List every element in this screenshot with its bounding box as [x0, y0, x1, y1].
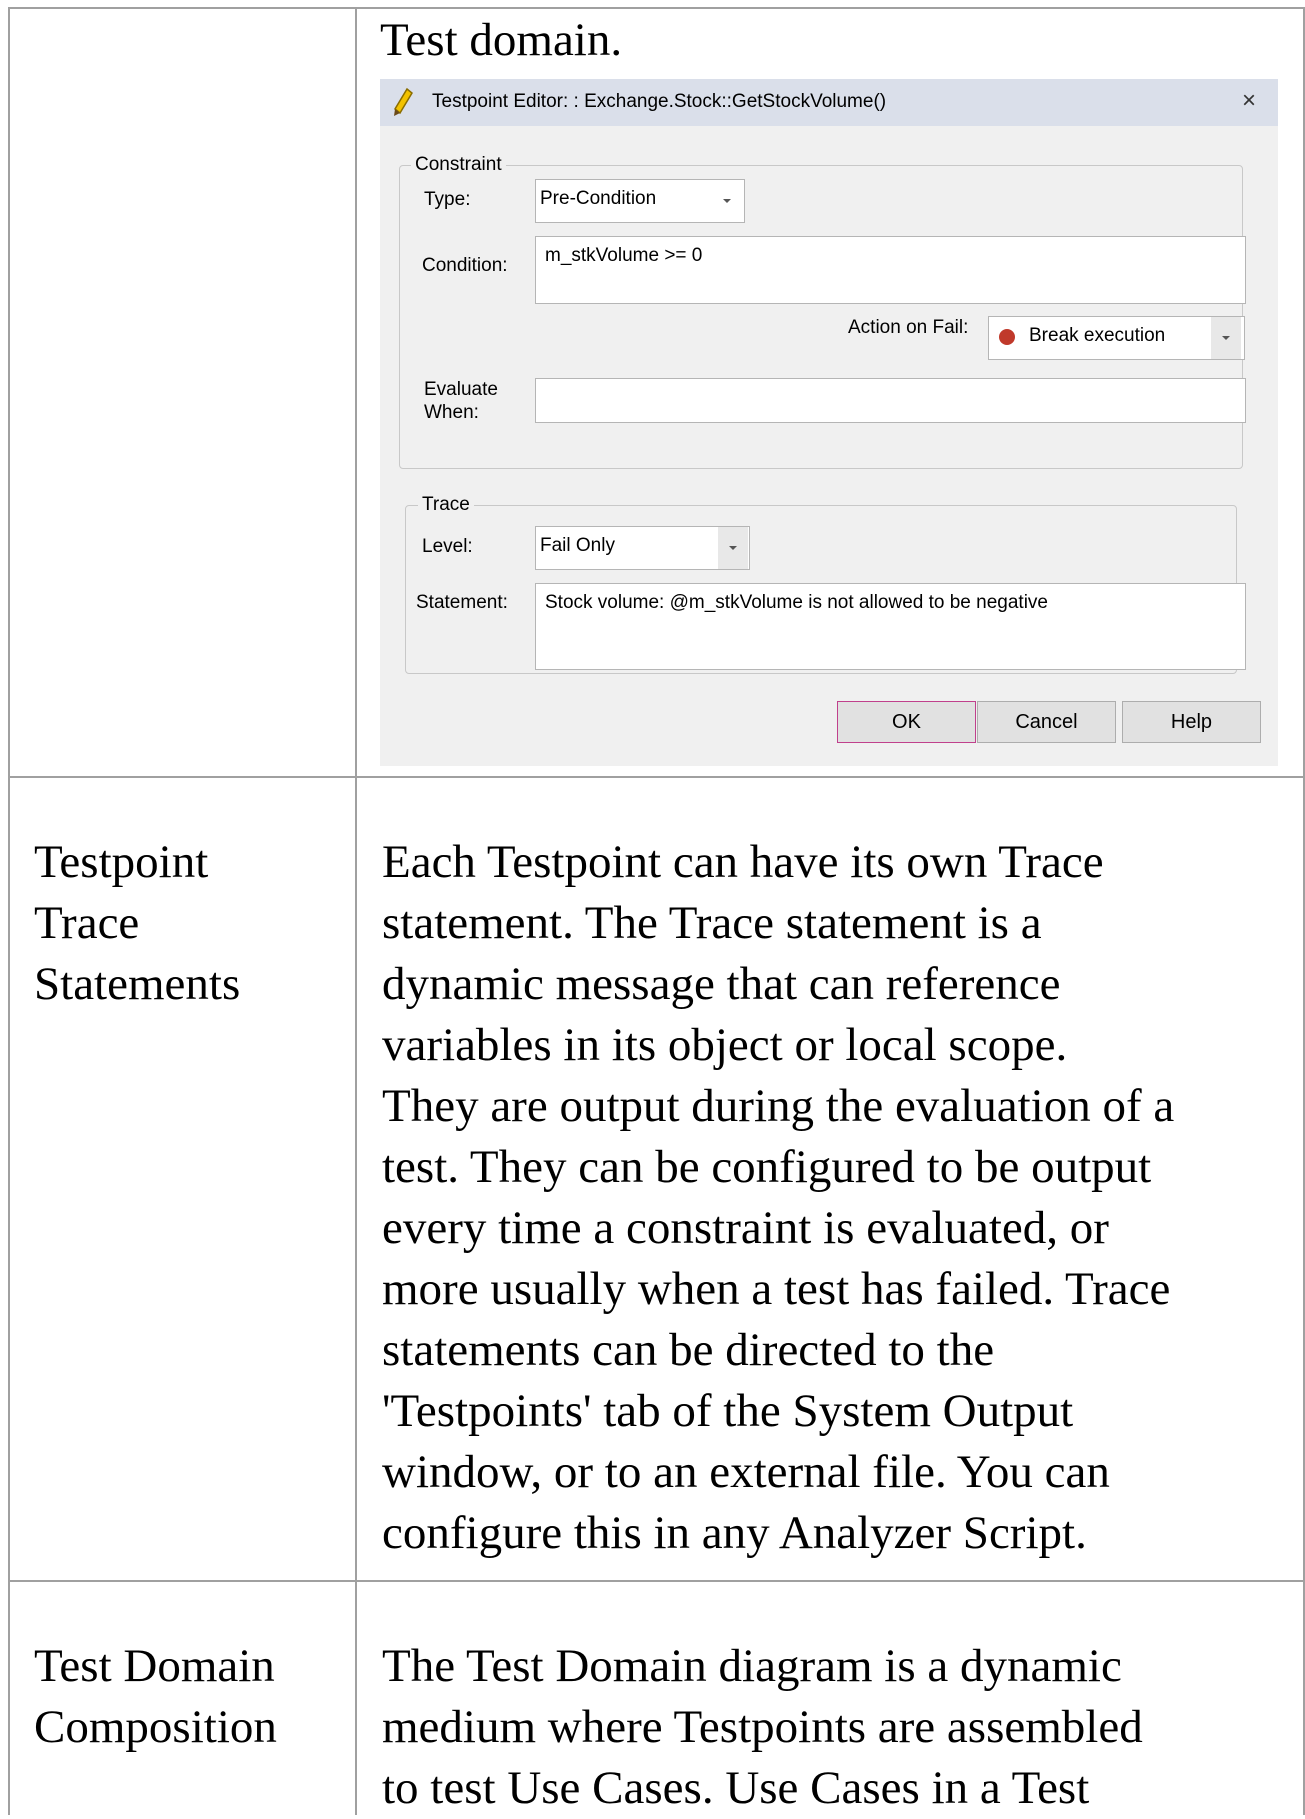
- ok-button[interactable]: OK: [837, 701, 976, 743]
- desc-line: Each Testpoint can have its own Trace: [382, 836, 1104, 888]
- term-line: Trace: [34, 897, 140, 949]
- type-label: Type:: [424, 189, 471, 210]
- row1-description-tail: Test domain.: [380, 14, 623, 66]
- evaluate-when-field[interactable]: [535, 378, 1246, 423]
- desc-line: every time a constraint is evaluated, or: [382, 1202, 1109, 1254]
- trace-legend: Trace: [418, 494, 474, 516]
- level-label: Level:: [422, 536, 473, 557]
- type-value: Pre-Condition: [540, 188, 657, 209]
- dialog-titlebar: Testpoint Editor: : Exchange.Stock::GetS…: [380, 79, 1278, 126]
- evaluate-when-label-line1: Evaluate: [424, 379, 498, 400]
- close-icon[interactable]: ×: [1242, 87, 1256, 115]
- pencil-icon: [392, 87, 414, 122]
- row3-description: The Test Domain diagram is a dynamic med…: [382, 1636, 1143, 1819]
- term-line: Composition: [34, 1701, 277, 1753]
- level-value: Fail Only: [540, 535, 615, 556]
- condition-field[interactable]: m_stkVolume >= 0: [535, 236, 1246, 304]
- term-line: Statements: [34, 958, 241, 1010]
- table-border-left: [8, 7, 10, 1815]
- desc-line: window, or to an external file. You can: [382, 1446, 1110, 1498]
- desc-line: 'Testpoints' tab of the System Output: [382, 1385, 1074, 1437]
- desc-line: medium where Testpoints are assembled: [382, 1701, 1143, 1753]
- statement-field[interactable]: Stock volume: @m_stkVolume is not allowe…: [535, 583, 1246, 670]
- column-divider: [355, 7, 357, 1815]
- evaluate-when-label-line2: When:: [424, 402, 479, 423]
- row-divider-1: [8, 776, 1305, 778]
- condition-label: Condition:: [422, 255, 508, 276]
- action-on-fail-value: Break execution: [1029, 325, 1166, 346]
- table-border-top: [8, 7, 1305, 9]
- help-button[interactable]: Help: [1122, 701, 1261, 743]
- cancel-button[interactable]: Cancel: [977, 701, 1116, 743]
- row3-term: Test Domain Composition: [34, 1636, 277, 1758]
- desc-line: statements can be directed to the: [382, 1324, 995, 1376]
- desc-line: test. They can be configured to be outpu…: [382, 1141, 1152, 1193]
- desc-line: to test Use Cases. Use Cases in a Test: [382, 1762, 1090, 1814]
- statement-value: Stock volume: @m_stkVolume is not allowe…: [545, 592, 1048, 613]
- condition-value: m_stkVolume >= 0: [545, 245, 703, 266]
- row2-term: Testpoint Trace Statements: [34, 832, 240, 1015]
- chevron-down-icon[interactable]: [718, 527, 748, 569]
- desc-line: The Test Domain diagram is a dynamic: [382, 1640, 1122, 1692]
- level-dropdown[interactable]: Fail Only: [535, 526, 750, 570]
- desc-line: variables in its object or local scope.: [382, 1019, 1068, 1071]
- row2-description: Each Testpoint can have its own Trace st…: [382, 832, 1174, 1564]
- stop-icon: [999, 329, 1015, 345]
- desc-line: They are output during the evaluation of…: [382, 1080, 1175, 1132]
- chevron-down-icon[interactable]: [712, 180, 742, 222]
- chevron-down-icon[interactable]: [1211, 317, 1241, 359]
- testpoint-editor-dialog: Testpoint Editor: : Exchange.Stock::GetS…: [380, 79, 1278, 766]
- type-dropdown[interactable]: Pre-Condition: [535, 179, 745, 223]
- dialog-title: Testpoint Editor: : Exchange.Stock::GetS…: [432, 91, 887, 112]
- desc-line: dynamic message that can reference: [382, 958, 1061, 1010]
- desc-line: more usually when a test has failed. Tra…: [382, 1263, 1171, 1315]
- term-line: Test Domain: [34, 1640, 275, 1692]
- statement-label: Statement:: [416, 592, 508, 613]
- action-on-fail-label: Action on Fail:: [848, 317, 969, 338]
- constraint-legend: Constraint: [411, 154, 506, 176]
- term-line: Testpoint: [34, 836, 209, 888]
- desc-line: statement. The Trace statement is a: [382, 897, 1042, 949]
- action-on-fail-dropdown[interactable]: Break execution: [988, 316, 1245, 360]
- desc-line: configure this in any Analyzer Script.: [382, 1507, 1087, 1559]
- row-divider-2: [8, 1580, 1305, 1582]
